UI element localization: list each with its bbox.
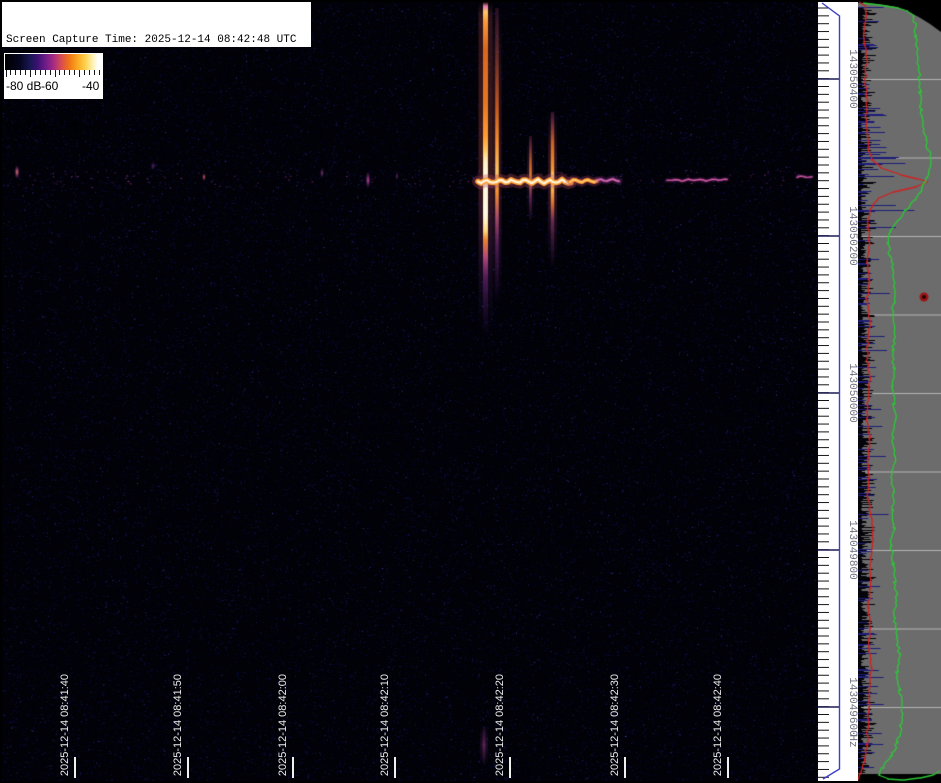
color-scale-tick — [5, 70, 7, 77]
frequency-label: 143050400 — [846, 49, 858, 109]
time-tick — [624, 757, 626, 778]
color-scale-tick — [25, 70, 27, 75]
frequency-label: 143050000 — [846, 363, 858, 423]
time-label: 2025-12-14 08:42:00 — [277, 673, 289, 776]
frequency-axis: 143050400 143050200 143050000 143049800 1430… — [818, 2, 858, 781]
color-scale-tick — [30, 70, 31, 77]
color-scale-tick — [98, 70, 100, 75]
color-scale-tick — [49, 70, 51, 75]
capture-info-box: Screen Capture Time: 2025-12-14 08:42:48… — [2, 2, 311, 133]
time-tick — [509, 757, 511, 778]
color-scale-tick — [74, 70, 76, 75]
color-scale-label-min: -80 dB — [6, 79, 42, 93]
color-scale-tick — [93, 70, 95, 75]
time-tick — [187, 757, 189, 778]
time-tick — [292, 757, 294, 778]
color-scale-tick — [15, 70, 17, 75]
frequency-label: 143050200 — [846, 206, 858, 266]
time-label: 2025-12-14 08:42:40 — [712, 673, 724, 776]
color-scale-tick — [69, 70, 71, 75]
color-scale-labels: -80 dB -60 -40 — [4, 79, 103, 97]
color-scale-tick — [88, 70, 90, 75]
color-scale-tick — [10, 70, 12, 75]
time-label: 2025-12-14 08:42:10 — [379, 673, 391, 776]
color-scale-tick — [20, 70, 22, 75]
color-scale-tick — [64, 70, 66, 75]
color-scale-tick — [44, 70, 46, 75]
color-scale-ruler — [4, 70, 103, 79]
color-scale-tick — [59, 70, 61, 75]
time-tick — [727, 757, 729, 778]
color-scale-label-mid: -60 — [41, 79, 59, 93]
color-scale-legend: -80 dB -60 -40 — [4, 53, 103, 99]
color-scale-tick — [39, 70, 41, 75]
frequency-label: Hz — [846, 734, 858, 748]
time-label: 2025-12-14 08:41:50 — [172, 673, 184, 776]
time-tick — [74, 757, 76, 778]
time-label: 2025-12-14 08:42:20 — [494, 673, 506, 776]
spectrum-monitor-window: Screen Capture Time: 2025-12-14 08:42:48… — [0, 0, 941, 783]
config-text: Config = V8 — [6, 121, 79, 133]
color-scale-gradient — [5, 54, 102, 70]
color-scale-tick — [79, 70, 80, 77]
frequency-label: 143049800 — [846, 520, 858, 580]
color-scale-tick — [34, 70, 36, 75]
color-scale-tick — [83, 70, 85, 75]
color-scale-label-max: -40 — [82, 79, 100, 93]
capture-time-text: Screen Capture Time: 2025-12-14 08:42:48… — [6, 34, 297, 46]
time-label: 2025-12-14 08:41:40 — [59, 673, 71, 776]
spectrum-side-panel — [858, 0, 941, 783]
frequency-label: 143049600 — [846, 677, 858, 737]
time-label: 2025-12-14 08:42:30 — [609, 673, 621, 776]
color-scale-tick — [54, 70, 56, 77]
time-tick — [394, 757, 396, 778]
